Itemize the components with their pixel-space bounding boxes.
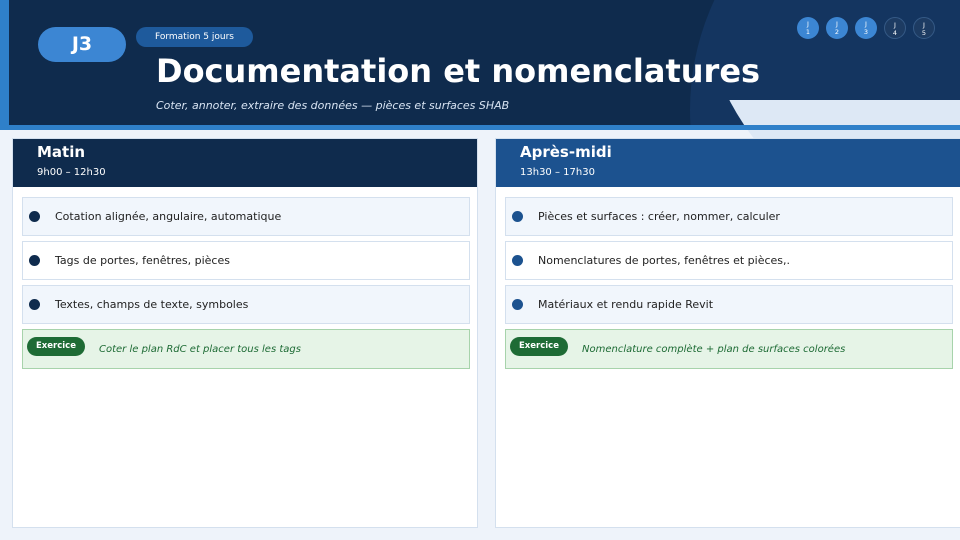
page-title: Documentation et nomenclatures [156, 52, 761, 90]
list-item: Pièces et surfaces : créer, nommer, calc… [505, 197, 953, 236]
morning-header: Matin 9h00 – 12h30 [13, 139, 477, 187]
list-item-text: Nomenclatures de portes, fenêtres et piè… [538, 254, 790, 267]
bullet-dot-icon [29, 255, 40, 266]
exercise-badge: Exercice [27, 336, 85, 356]
arc-light-decoration [700, 100, 960, 140]
step-day-5[interactable]: J5 [913, 17, 935, 39]
header-accent-stripe [0, 0, 9, 125]
step-letter: J [894, 21, 896, 29]
bullet-dot-icon [29, 211, 40, 222]
step-day-1[interactable]: J1 [797, 17, 819, 39]
step-number: 4 [892, 29, 898, 37]
step-day-3[interactable]: J3 [855, 17, 877, 39]
header-accent-bar [0, 125, 960, 130]
step-letter: J [923, 21, 925, 29]
list-item-text: Cotation alignée, angulaire, automatique [55, 210, 282, 223]
bullet-dot-icon [512, 299, 523, 310]
step-number: 2 [834, 28, 840, 36]
step-day-4[interactable]: J4 [884, 17, 906, 39]
afternoon-column: Après-midi 13h30 – 17h30 Pièces et surfa… [495, 138, 960, 528]
morning-title: Matin [37, 143, 86, 161]
bullet-dot-icon [512, 255, 523, 266]
list-item-text: Pièces et surfaces : créer, nommer, calc… [538, 210, 780, 223]
afternoon-time: 13h30 – 17h30 [520, 167, 595, 178]
list-item: Nomenclatures de portes, fenêtres et piè… [505, 241, 953, 280]
list-item: Cotation alignée, angulaire, automatique [22, 197, 470, 236]
step-letter: J [836, 20, 838, 28]
bullet-dot-icon [512, 211, 523, 222]
list-item: Matériaux et rendu rapide Revit [505, 285, 953, 324]
exercise-badge: Exercice [510, 336, 568, 356]
step-day-2[interactable]: J2 [826, 17, 848, 39]
list-item-text: Matériaux et rendu rapide Revit [538, 298, 714, 311]
exercise-text: Nomenclature complète + plan de surfaces… [582, 343, 846, 355]
morning-exercise: Exercice Coter le plan RdC et placer tou… [22, 329, 470, 369]
afternoon-title: Après-midi [520, 143, 612, 161]
list-item-text: Textes, champs de texte, symboles [55, 298, 249, 311]
page-subtitle: Coter, annoter, extraire des données — p… [156, 99, 510, 112]
afternoon-header: Après-midi 13h30 – 17h30 [496, 139, 960, 187]
formation-pill: Formation 5 jours [136, 27, 253, 47]
day-stepper: J1 J2 J3 J4 J5 [797, 17, 937, 39]
list-item-text: Tags de portes, fenêtres, pièces [55, 254, 230, 267]
step-number: 1 [805, 28, 811, 36]
step-number: 3 [863, 28, 869, 36]
exercise-text: Coter le plan RdC et placer tous les tag… [99, 343, 301, 355]
step-number: 5 [921, 29, 927, 37]
list-item: Tags de portes, fenêtres, pièces [22, 241, 470, 280]
morning-column: Matin 9h00 – 12h30 Cotation alignée, ang… [12, 138, 478, 528]
list-item: Textes, champs de texte, symboles [22, 285, 470, 324]
day-badge: J3 [38, 27, 126, 62]
morning-time: 9h00 – 12h30 [37, 167, 106, 178]
afternoon-exercise: Exercice Nomenclature complète + plan de… [505, 329, 953, 369]
bullet-dot-icon [29, 299, 40, 310]
step-letter: J [807, 20, 809, 28]
step-letter: J [865, 20, 867, 28]
